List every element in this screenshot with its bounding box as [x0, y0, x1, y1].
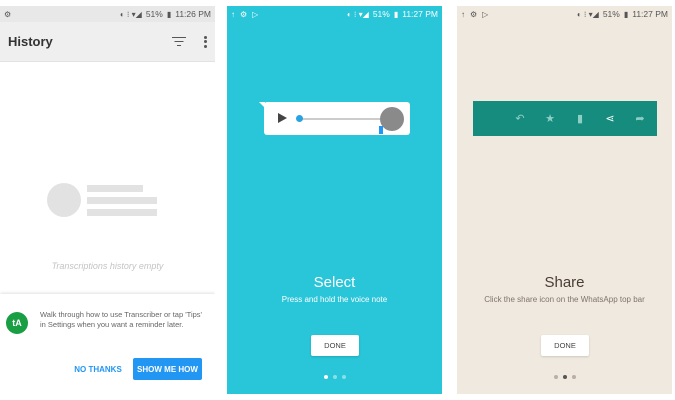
tutorial-subtext: Press and hold the voice note [281, 295, 388, 304]
settings-icon: ⚙ [4, 9, 12, 19]
time-text: 11:27 PM [632, 9, 668, 19]
tutorial-heading: Share [544, 274, 585, 291]
notification-icon: ↑ [461, 9, 465, 19]
delete-icon[interactable]: ▮ [573, 112, 587, 125]
no-thanks-button[interactable]: NO THANKS [70, 358, 126, 380]
battery-icon: ▮ [623, 9, 629, 19]
prompt-text: Walk through how to use Transcriber or t… [40, 310, 202, 329]
status-bar: ⚙ ◐ ⁝ ▾◢ 51% ▮ 11:26 PM [0, 6, 215, 22]
page-dot[interactable] [553, 375, 558, 379]
whatsapp-top-bar: ↶ ★ ▮ ⋖ ➦ [473, 101, 657, 136]
seek-handle[interactable] [296, 115, 303, 122]
battery-text: 51% [145, 9, 163, 19]
mic-icon [379, 126, 383, 134]
time-text: 11:26 PM [175, 9, 211, 19]
sender-avatar [380, 107, 404, 131]
battery-text: 51% [372, 9, 390, 19]
page-dot[interactable] [571, 375, 576, 379]
page-dot[interactable] [562, 375, 567, 379]
history-screen: ⚙ ◐ ⁝ ▾◢ 51% ▮ 11:26 PM History Transcri… [0, 6, 215, 394]
notification-icon: ↑ [231, 9, 235, 19]
play-store-icon: ▷ [482, 9, 489, 19]
page-dot[interactable] [323, 375, 328, 379]
page-dot[interactable] [332, 375, 337, 379]
battery-icon: ▮ [393, 9, 399, 19]
play-icon[interactable] [278, 113, 287, 123]
status-bar: ↑ ⚙ ▷ ◐ ⁝ ▾◢ 51% ▮ 11:27 PM [457, 6, 672, 22]
forward-icon[interactable]: ➦ [633, 112, 647, 125]
battery-text: 51% [602, 9, 620, 19]
page-dot[interactable] [341, 375, 346, 379]
signal-icons: ◐ ⁝ ▾◢ [346, 9, 369, 19]
status-bar: ↑ ⚙ ▷ ◐ ⁝ ▾◢ 51% ▮ 11:27 PM [227, 6, 442, 22]
star-icon[interactable]: ★ [543, 112, 557, 125]
tutorial-heading: Select [313, 274, 356, 291]
show-me-how-button[interactable]: SHOW ME HOW [133, 358, 202, 380]
signal-icons: ◐ ⁝ ▾◢ [119, 9, 142, 19]
signal-icons: ◐ ⁝ ▾◢ [576, 9, 599, 19]
settings-icon: ⚙ [470, 9, 478, 19]
share-icon[interactable]: ⋖ [603, 112, 617, 125]
settings-icon: ⚙ [240, 9, 248, 19]
app-bar: History [0, 22, 215, 62]
seek-track[interactable] [298, 118, 382, 120]
tutorial-subtext: Click the share icon on the WhatsApp top… [484, 295, 645, 304]
battery-icon: ▮ [166, 9, 172, 19]
onboarding-prompt: tA Walk through how to use Transcriber o… [0, 294, 215, 394]
time-text: 11:27 PM [402, 9, 438, 19]
select-tutorial-screen: ↑ ⚙ ▷ ◐ ⁝ ▾◢ 51% ▮ 11:27 PM Select Press… [227, 6, 442, 394]
done-button[interactable]: DONE [541, 335, 589, 356]
reply-icon[interactable]: ↶ [513, 112, 527, 125]
filter-icon[interactable] [172, 36, 186, 47]
page-indicator [457, 375, 672, 379]
share-tutorial-screen: ↑ ⚙ ▷ ◐ ⁝ ▾◢ 51% ▮ 11:27 PM ↶ ★ ▮ ⋖ ➦ Sh… [457, 6, 672, 394]
page-indicator [227, 375, 442, 379]
page-title: History [8, 34, 53, 49]
more-icon[interactable] [204, 35, 207, 48]
voice-note-bubble[interactable] [259, 102, 410, 135]
empty-history-text: Transcriptions history empty [51, 261, 164, 271]
done-button[interactable]: DONE [311, 335, 359, 356]
app-avatar: tA [6, 312, 28, 334]
play-store-icon: ▷ [252, 9, 259, 19]
empty-history-illustration [47, 183, 157, 225]
